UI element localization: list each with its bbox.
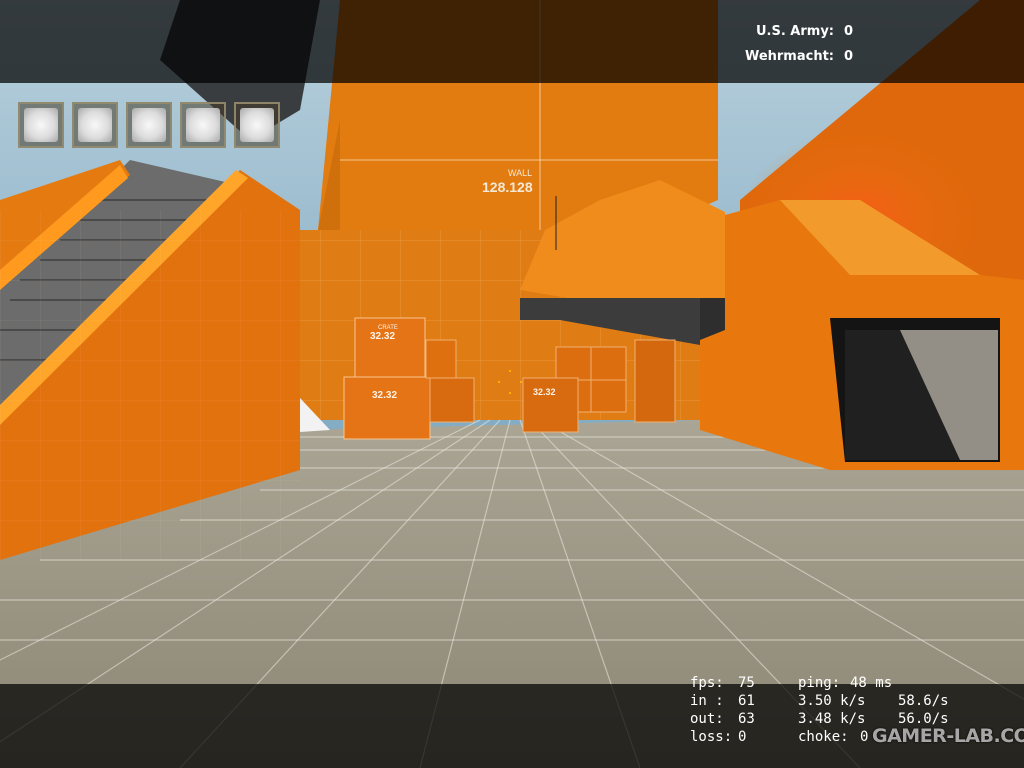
in-label: in :	[690, 693, 724, 709]
crate-size-label-center: 32.32	[533, 387, 556, 397]
team-name: Wehrmacht:	[744, 49, 834, 64]
empty-slot-icon	[24, 108, 58, 142]
empty-slot-icon	[78, 108, 112, 142]
ping-label: ping:	[798, 675, 841, 691]
score-row-us-army: U.S. Army: 0	[745, 22, 854, 47]
team-score: 0	[844, 24, 854, 39]
crate-size-label: 32.32	[370, 331, 395, 342]
inventory-slot-5[interactable]	[234, 102, 280, 148]
inventory-slot-4[interactable]	[180, 102, 226, 148]
loss-value: 0	[738, 729, 747, 745]
team-scoreboard: U.S. Army: 0 Wehrmacht: 0	[745, 22, 854, 72]
crate-size-label-lower: 32.32	[372, 390, 397, 401]
fps-label: fps:	[690, 675, 724, 691]
out-label: out:	[690, 711, 724, 727]
empty-slot-icon	[240, 108, 274, 142]
choke-label: choke:	[798, 729, 849, 745]
ping-value: 48 ms	[850, 675, 893, 691]
empty-slot-icon	[186, 108, 220, 142]
inventory-slot-3[interactable]	[126, 102, 172, 148]
team-name: U.S. Army:	[755, 24, 834, 39]
netgraph-row-in: in : 61 3.50 k/s 58.6/s	[690, 692, 949, 710]
empty-slot-icon	[132, 108, 166, 142]
inventory-slots	[18, 102, 280, 148]
team-score: 0	[844, 49, 854, 64]
choke-value: 0	[860, 729, 869, 745]
in-pps: 58.6/s	[898, 693, 949, 709]
in-rate: 3.50 k/s	[798, 693, 866, 709]
wall-label: WALL	[508, 168, 532, 178]
in-value: 61	[738, 693, 755, 709]
out-value: 63	[738, 711, 755, 727]
wall-size-label: 128.128	[482, 179, 533, 195]
inventory-slot-1[interactable]	[18, 102, 64, 148]
score-row-wehrmacht: Wehrmacht: 0	[745, 47, 854, 72]
watermark-logo: GAMER-LAB.COM	[872, 725, 1024, 747]
loss-label: loss:	[690, 729, 733, 745]
inventory-slot-2[interactable]	[72, 102, 118, 148]
crosshair-icon	[498, 370, 522, 394]
netgraph-row-fps: fps: 75 ping: 48 ms	[690, 674, 949, 692]
fps-value: 75	[738, 675, 755, 691]
top-hud-bar	[0, 0, 1024, 83]
